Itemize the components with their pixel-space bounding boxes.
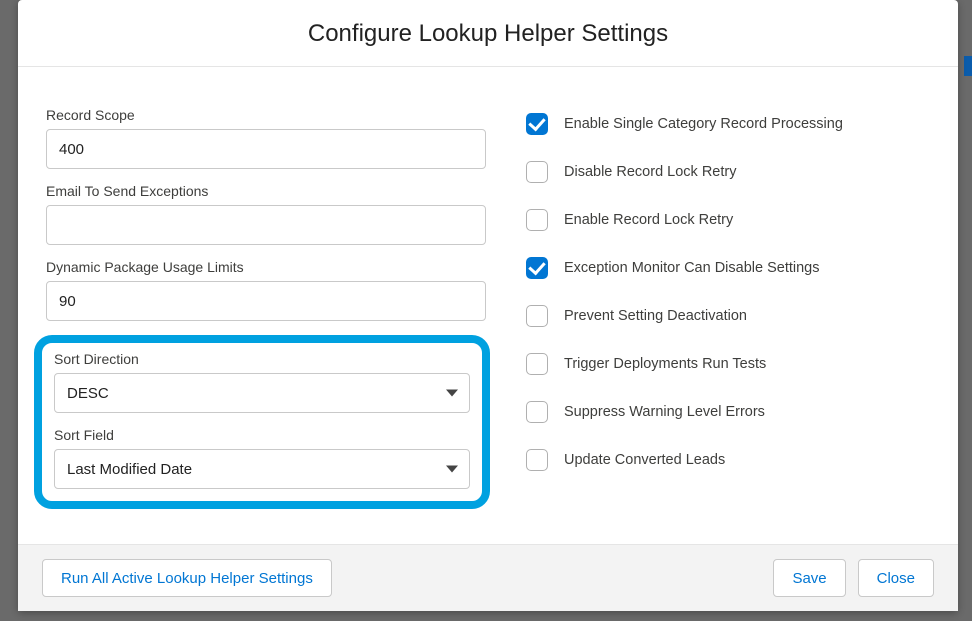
right-column: Enable Single Category Record Processing… xyxy=(526,107,930,534)
checkbox-row: Trigger Deployments Run Tests xyxy=(526,353,930,375)
checkbox-label: Enable Single Category Record Processing xyxy=(564,116,843,132)
checkbox-label: Prevent Setting Deactivation xyxy=(564,308,747,324)
field-sort-direction: Sort Direction DESC xyxy=(54,351,470,413)
checkbox-enable-record-lock-retry[interactable] xyxy=(526,209,548,231)
checkbox-disable-record-lock-retry[interactable] xyxy=(526,161,548,183)
sort-field-select[interactable]: Last Modified Date xyxy=(54,449,470,489)
bg-accent xyxy=(964,56,972,76)
checkbox-update-converted-leads[interactable] xyxy=(526,449,548,471)
sort-direction-select-wrap: DESC xyxy=(54,373,470,413)
checkbox-suppress-warnings[interactable] xyxy=(526,401,548,423)
checkbox-exception-monitor[interactable] xyxy=(526,257,548,279)
checkbox-row: Disable Record Lock Retry xyxy=(526,161,930,183)
checkbox-label: Suppress Warning Level Errors xyxy=(564,404,765,420)
record-scope-input[interactable] xyxy=(46,129,486,169)
footer-right-group: Save Close xyxy=(773,559,934,597)
sort-direction-label: Sort Direction xyxy=(54,351,470,367)
checkbox-label: Exception Monitor Can Disable Settings xyxy=(564,260,820,276)
left-column: Record Scope Email To Send Exceptions Dy… xyxy=(46,107,486,534)
dynamic-limits-label: Dynamic Package Usage Limits xyxy=(46,259,486,275)
field-email-exceptions: Email To Send Exceptions xyxy=(46,183,486,245)
settings-modal: Configure Lookup Helper Settings Record … xyxy=(18,0,958,611)
checkbox-row: Suppress Warning Level Errors xyxy=(526,401,930,423)
field-dynamic-limits: Dynamic Package Usage Limits xyxy=(46,259,486,321)
modal-title: Configure Lookup Helper Settings xyxy=(34,20,942,48)
email-exceptions-label: Email To Send Exceptions xyxy=(46,183,486,199)
dynamic-limits-input[interactable] xyxy=(46,281,486,321)
checkbox-row: Update Converted Leads xyxy=(526,449,930,471)
modal-footer: Run All Active Lookup Helper Settings Sa… xyxy=(18,544,958,611)
sort-field-select-wrap: Last Modified Date xyxy=(54,449,470,489)
sort-highlight-box: Sort Direction DESC Sort Field Last Modi… xyxy=(34,335,490,509)
checkbox-row: Enable Record Lock Retry xyxy=(526,209,930,231)
email-exceptions-input[interactable] xyxy=(46,205,486,245)
checkbox-trigger-deployments[interactable] xyxy=(526,353,548,375)
checkbox-row: Prevent Setting Deactivation xyxy=(526,305,930,327)
run-all-button[interactable]: Run All Active Lookup Helper Settings xyxy=(42,559,332,597)
sort-direction-select[interactable]: DESC xyxy=(54,373,470,413)
checkbox-label: Enable Record Lock Retry xyxy=(564,212,733,228)
checkbox-row: Exception Monitor Can Disable Settings xyxy=(526,257,930,279)
sort-field-label: Sort Field xyxy=(54,427,470,443)
modal-header: Configure Lookup Helper Settings xyxy=(18,0,958,67)
field-record-scope: Record Scope xyxy=(46,107,486,169)
checkbox-label: Disable Record Lock Retry xyxy=(564,164,736,180)
record-scope-label: Record Scope xyxy=(46,107,486,123)
checkbox-prevent-deactivation[interactable] xyxy=(526,305,548,327)
checkbox-row: Enable Single Category Record Processing xyxy=(526,113,930,135)
checkbox-label: Trigger Deployments Run Tests xyxy=(564,356,766,372)
modal-body: Record Scope Email To Send Exceptions Dy… xyxy=(18,67,958,544)
save-button[interactable]: Save xyxy=(773,559,845,597)
close-button[interactable]: Close xyxy=(858,559,934,597)
checkbox-label: Update Converted Leads xyxy=(564,452,725,468)
checkbox-enable-single-category[interactable] xyxy=(526,113,548,135)
field-sort-field: Sort Field Last Modified Date xyxy=(54,427,470,489)
